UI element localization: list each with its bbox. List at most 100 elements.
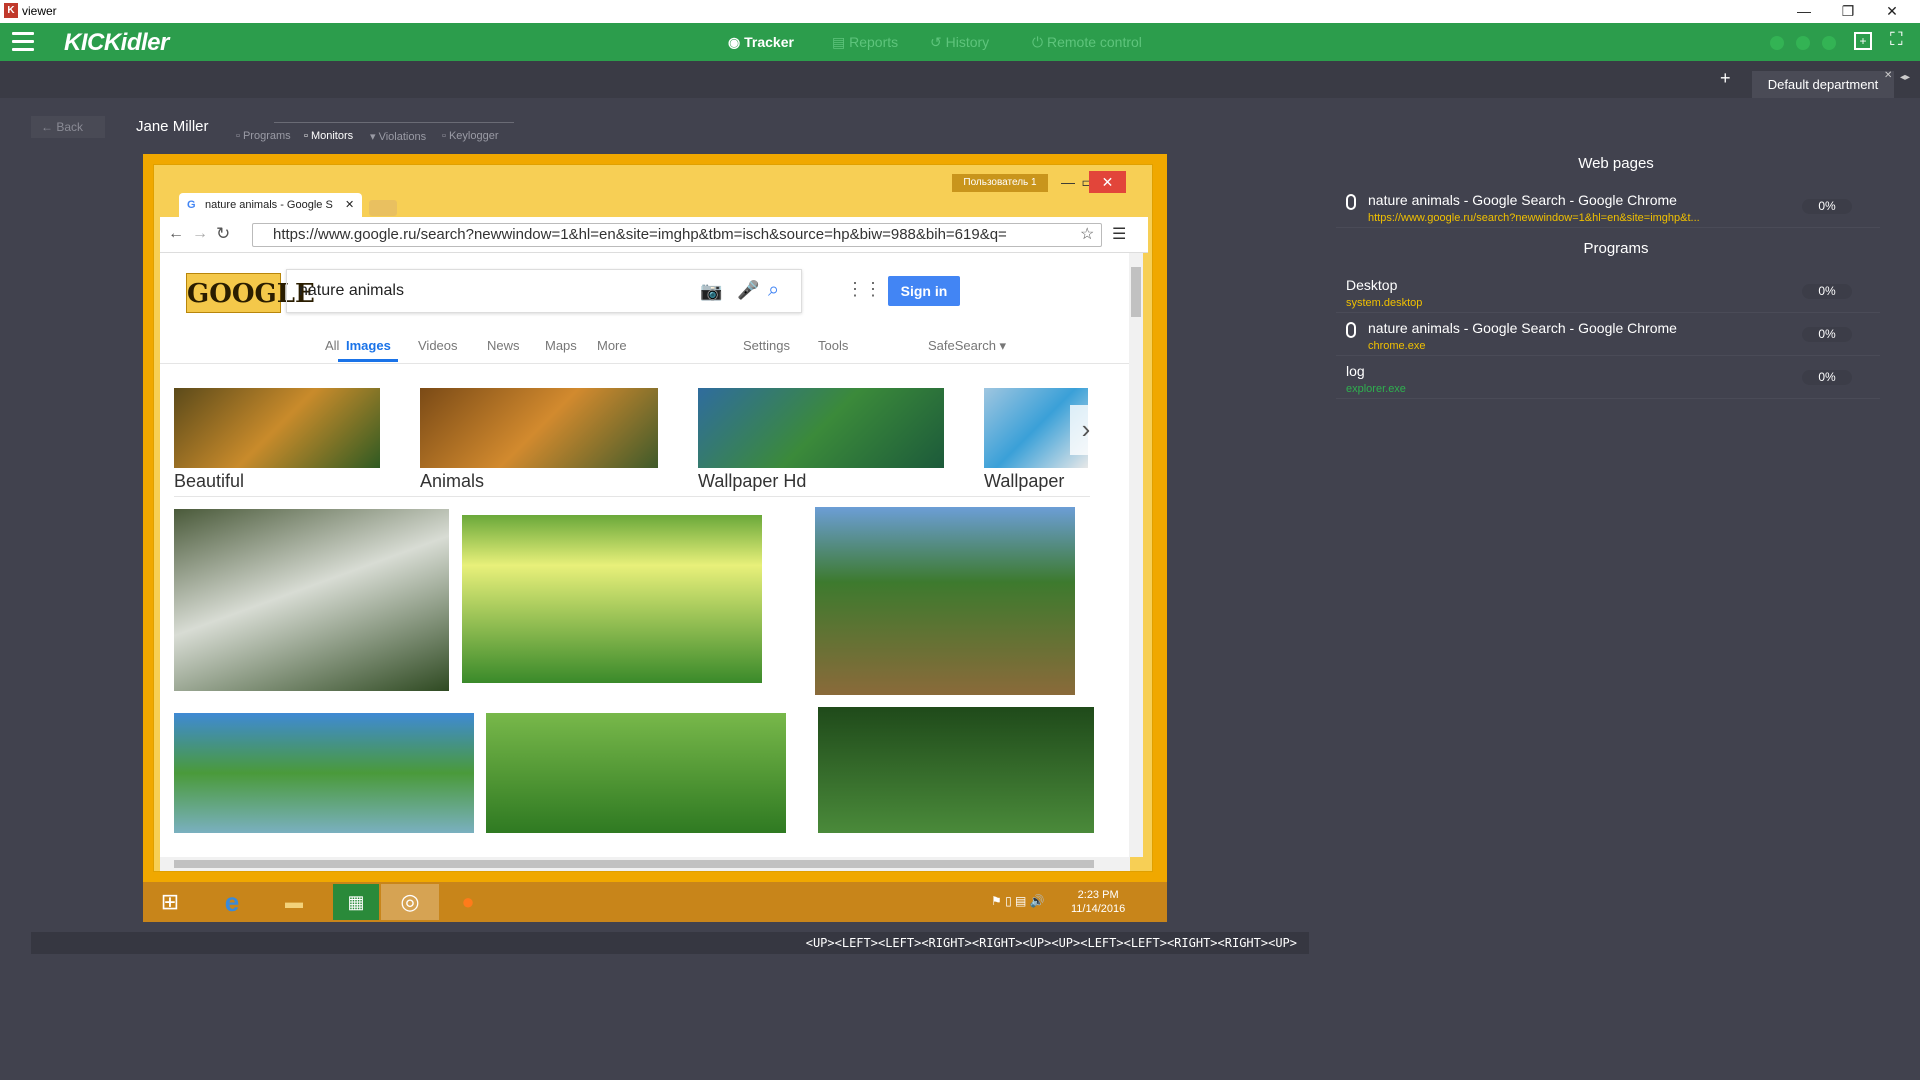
tab-slider[interactable] (274, 122, 514, 123)
category-image[interactable] (420, 388, 658, 468)
image-result[interactable] (462, 515, 762, 683)
sign-in-button[interactable]: Sign in (888, 276, 960, 306)
tab-monitors[interactable]: ▫ Monitors (304, 130, 353, 142)
status-dot-icon[interactable] (1796, 36, 1810, 50)
menu-icon[interactable] (12, 32, 34, 52)
file-explorer-icon[interactable]: ▬ (271, 884, 317, 920)
program-name: log (1346, 363, 1365, 379)
tab-tools[interactable]: Tools (818, 338, 848, 353)
address-bar[interactable]: https://www.google.ru/search?newwindow=1… (252, 223, 1102, 247)
usage-percent: 0% (1802, 370, 1852, 385)
nav-tracker[interactable]: ◉ Tracker (728, 34, 794, 51)
department-bar (0, 61, 1920, 98)
status-dot-icon[interactable] (1822, 36, 1836, 50)
tray-icons[interactable]: ⚑ ▯ ▤ 🔊 (991, 894, 1045, 908)
category-label[interactable]: Animals (420, 471, 484, 492)
category-label[interactable]: Wallpaper (984, 471, 1064, 492)
tab-settings[interactable]: Settings (743, 338, 790, 353)
firefox-icon[interactable]: ● (445, 884, 491, 920)
search-input[interactable]: nature animals (286, 269, 802, 313)
nav-history[interactable]: ↺ History (930, 34, 989, 51)
category-image[interactable] (698, 388, 944, 468)
keylog-bar: <UP><LEFT><LEFT><RIGHT><RIGHT><UP><UP><L… (31, 932, 1309, 954)
close-tab-icon[interactable]: ✕ (345, 193, 354, 217)
chrome-window: Пользователь 1 — ▭ ✕ G nature animals - … (153, 164, 1153, 872)
program-name: nature animals - Google Search - Google … (1368, 320, 1677, 336)
chevron-right-icon[interactable]: › (1070, 405, 1102, 455)
web-pages-title: Web pages (1578, 155, 1654, 172)
image-result[interactable] (818, 707, 1094, 833)
web-page-url[interactable]: https://www.google.ru/search?newwindow=1… (1368, 212, 1700, 224)
restore-icon[interactable]: ❐ (1826, 0, 1870, 23)
category-label[interactable]: Wallpaper Hd (698, 471, 806, 492)
fullscreen-icon[interactable]: ⛶ (1890, 29, 1903, 50)
category-image[interactable] (174, 388, 380, 468)
new-tab-button[interactable] (369, 200, 397, 216)
status-dot-icon[interactable] (1770, 36, 1784, 50)
close-icon[interactable]: ✕ (1870, 0, 1914, 23)
image-result[interactable] (486, 713, 786, 833)
vertical-scrollbar[interactable] (1129, 253, 1143, 857)
close-icon[interactable]: ✕ (1089, 171, 1126, 193)
tab-more[interactable]: More (597, 338, 627, 353)
mouse-icon (1346, 194, 1356, 210)
usage-percent: 0% (1802, 327, 1852, 342)
category-label[interactable]: Beautiful (174, 471, 244, 492)
browser-tab[interactable]: G nature animals - Google S ✕ (179, 193, 362, 217)
safesearch-toggle[interactable]: SafeSearch ▾ (928, 338, 1006, 354)
arrows-icon[interactable]: ◂▸ (1900, 72, 1910, 83)
tab-violations[interactable]: ▾ Violations (370, 130, 426, 143)
camera-icon[interactable]: 📷 (700, 281, 722, 302)
web-page-title: nature animals - Google Search - Google … (1368, 192, 1677, 208)
taskbar-clock[interactable]: 2:23 PM 11/14/2016 (1071, 888, 1125, 916)
add-window-icon[interactable]: + (1854, 32, 1872, 50)
search-icon[interactable]: ⌕ (768, 279, 779, 302)
program-exe: explorer.exe (1346, 383, 1406, 395)
divider (174, 496, 1090, 497)
windows-taskbar: ⊞ e ▬ ▦ ◎ ● ⚑ ▯ ▤ 🔊 2:23 PM 11/14/2016 (143, 882, 1167, 922)
user-name: Jane Miller (136, 118, 209, 135)
program-row[interactable]: nature animals - Google Search - Google … (1336, 314, 1880, 356)
store-icon[interactable]: ▦ (333, 884, 379, 920)
nav-remote-control[interactable]: ⏻ Remote control (1032, 34, 1142, 51)
department-tab[interactable]: Default department (1752, 71, 1894, 98)
back-arrow-icon[interactable]: ← (168, 225, 184, 243)
program-name: Desktop (1346, 277, 1398, 293)
windows-start-icon[interactable]: ⊞ (147, 884, 193, 920)
program-row[interactable]: Desktop system.desktop 0% (1336, 271, 1880, 313)
scroll-thumb[interactable] (174, 860, 1094, 868)
monitor-screenshot[interactable]: Пользователь 1 — ▭ ✕ G nature animals - … (143, 154, 1167, 922)
program-row[interactable]: log explorer.exe 0% (1336, 357, 1880, 399)
reload-icon[interactable]: ↻ (216, 224, 230, 244)
star-icon[interactable]: ☆ (1080, 224, 1094, 244)
tab-keylogger[interactable]: ▫ Keylogger (442, 130, 499, 142)
forward-arrow-icon[interactable]: → (192, 225, 208, 243)
nav-reports[interactable]: ▤ Reports (832, 34, 898, 51)
power-icon: ⏻ (1032, 34, 1047, 50)
tab-videos[interactable]: Videos (418, 338, 458, 353)
minimize-icon[interactable]: — (1782, 0, 1826, 23)
back-button[interactable]: ← Back (31, 116, 105, 138)
image-result[interactable] (174, 509, 449, 691)
image-result[interactable] (174, 713, 474, 833)
horizontal-scrollbar[interactable] (160, 857, 1130, 871)
app-header: KICKidler ◉ Tracker ▤ Reports ↺ History … (0, 23, 1920, 61)
microphone-icon[interactable]: 🎤 (737, 280, 759, 301)
tab-maps[interactable]: Maps (545, 338, 577, 353)
close-tab-icon[interactable]: ✕ (1884, 70, 1892, 81)
browser-toolbar: ← → ↻ https://www.google.ru/search?newwi… (160, 217, 1148, 253)
tab-news[interactable]: News (487, 338, 520, 353)
image-result[interactable] (815, 507, 1075, 695)
scroll-thumb[interactable] (1131, 267, 1141, 317)
chrome-icon[interactable]: ◎ (381, 884, 439, 920)
tab-all[interactable]: All (325, 338, 339, 353)
tab-images[interactable]: Images (346, 338, 391, 353)
tab-programs[interactable]: ▫ Programs (236, 130, 291, 142)
chrome-menu-icon[interactable]: ☰ (1112, 224, 1126, 244)
divider (160, 363, 1130, 364)
document-icon: ▤ (832, 34, 850, 50)
internet-explorer-icon[interactable]: e (209, 884, 255, 920)
web-page-row[interactable]: nature animals - Google Search - Google … (1336, 186, 1880, 228)
add-department-icon[interactable]: + (1720, 68, 1731, 89)
google-logo[interactable]: GOOGLE (186, 273, 315, 313)
